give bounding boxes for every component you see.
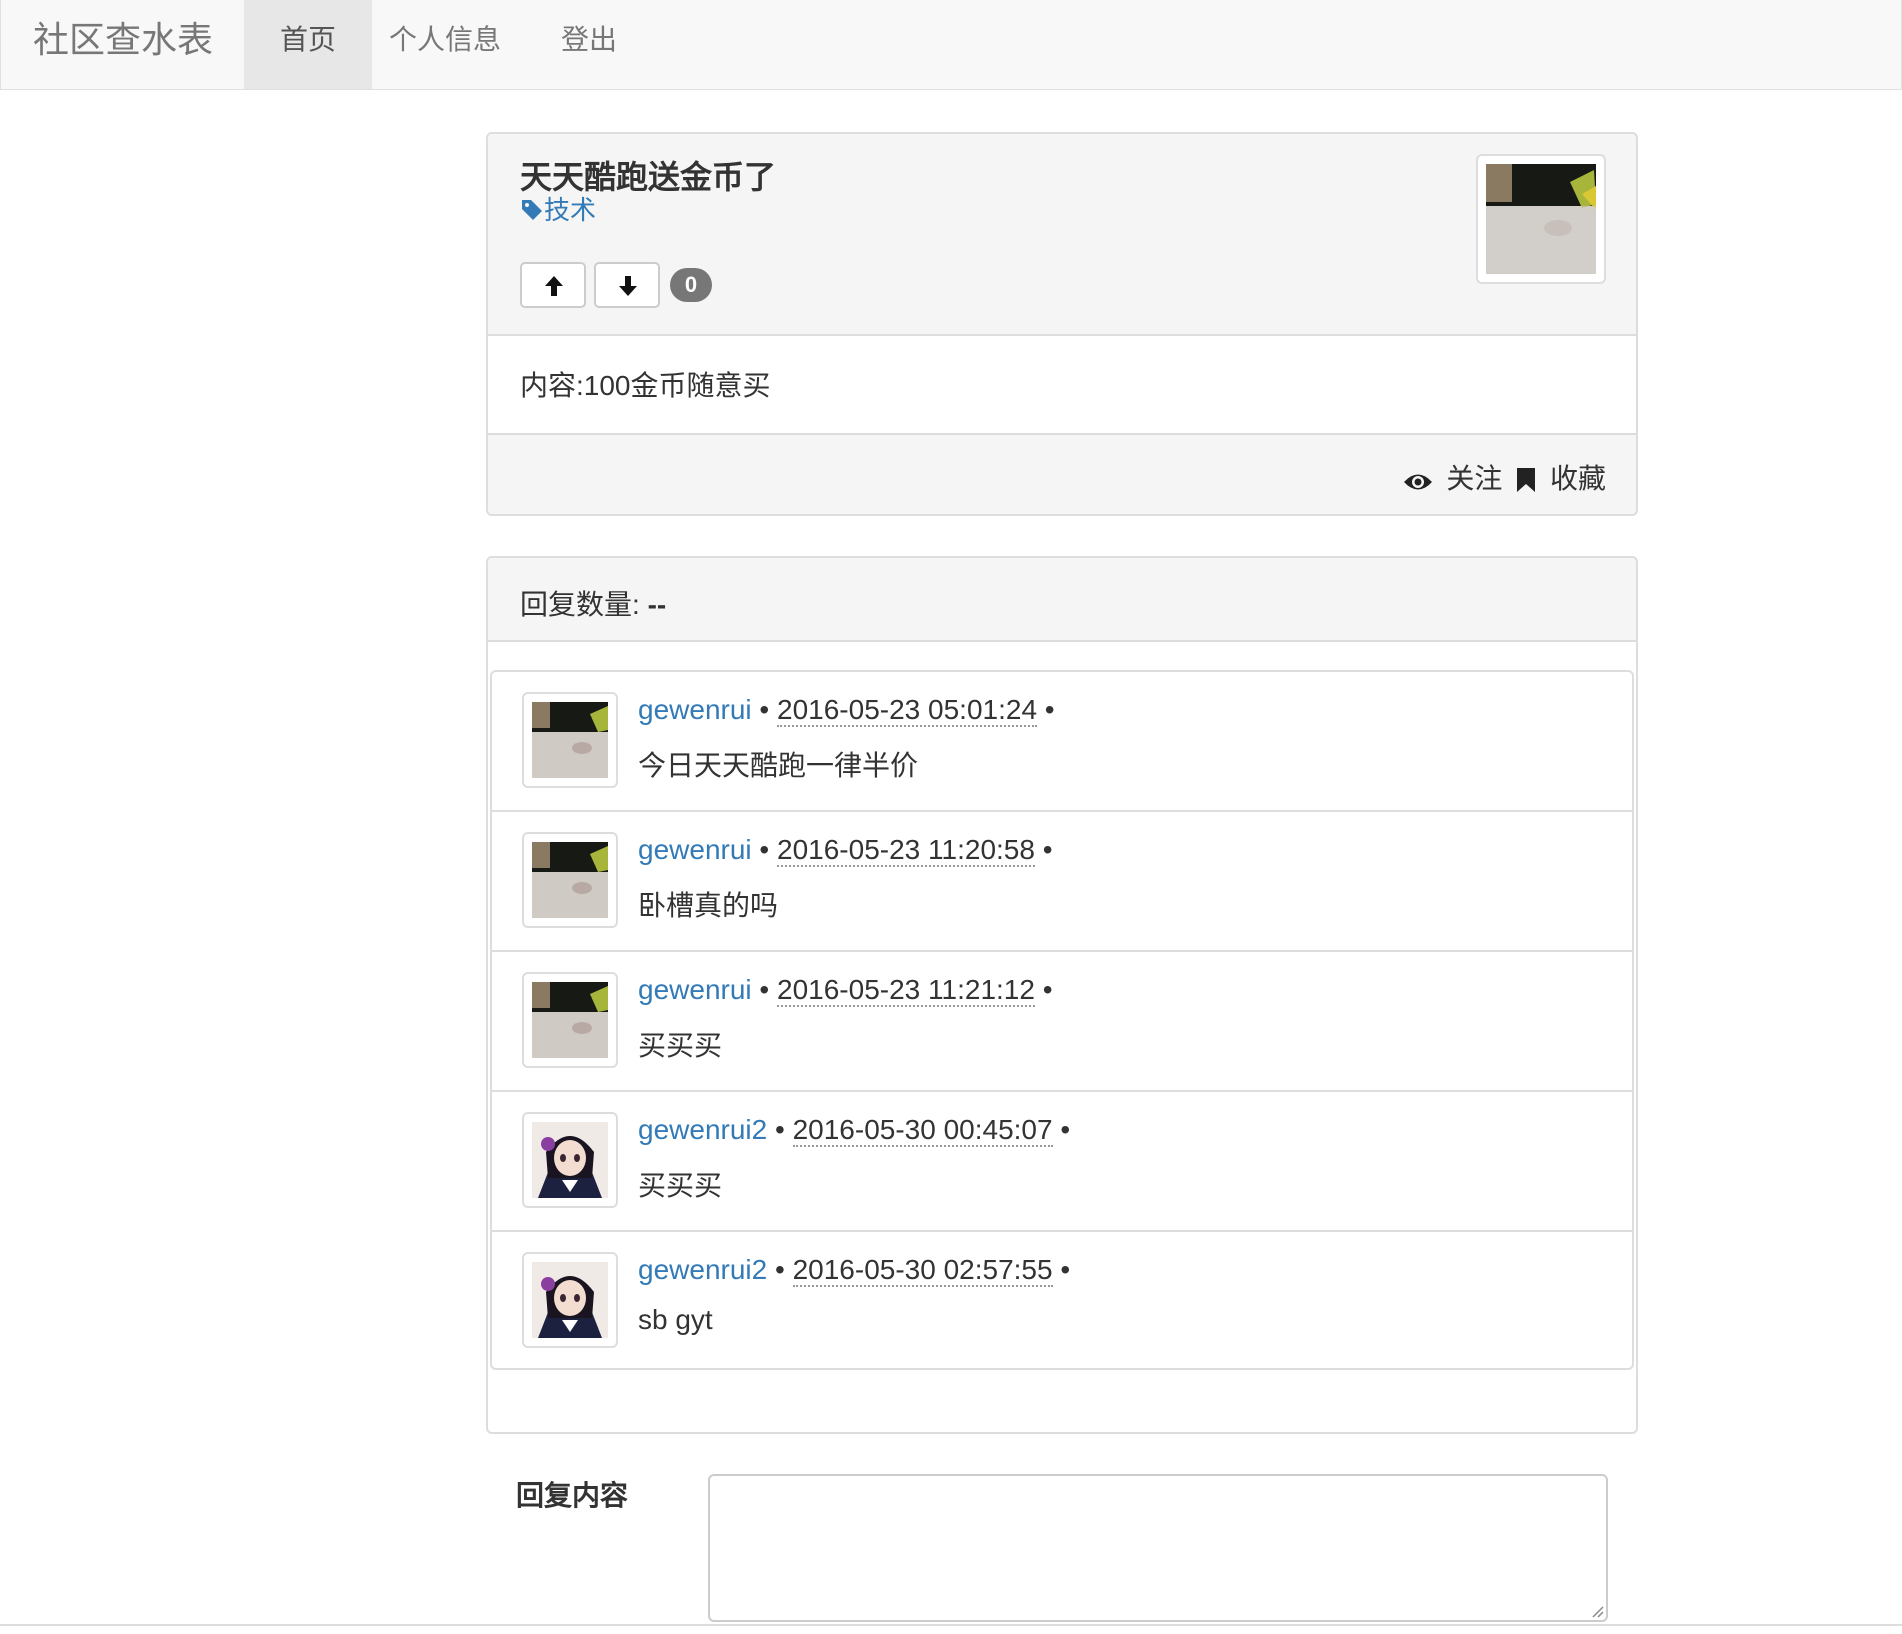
reply-meta: gewenrui • 2016-05-23 11:20:58 •: [638, 834, 1053, 867]
arrow-up-icon: [545, 276, 563, 296]
reply-meta: gewenrui • 2016-05-23 11:21:12 •: [638, 974, 1053, 1007]
reply-item: gewenrui • 2016-05-23 11:20:58 • 卧槽真的吗: [492, 812, 1632, 952]
upvote-button[interactable]: [520, 262, 586, 308]
avatar[interactable]: [522, 1252, 618, 1348]
reply-item: gewenrui • 2016-05-23 05:01:24 • 今日天天酷跑一…: [492, 672, 1632, 812]
avatar-image: [532, 842, 608, 918]
reply-meta: gewenrui • 2016-05-23 05:01:24 •: [638, 694, 1055, 727]
reply-timestamp: 2016-05-30 02:57:55: [792, 1254, 1053, 1287]
reply-username-link[interactable]: gewenrui: [638, 974, 752, 1005]
reply-username-link[interactable]: gewenrui2: [638, 1114, 767, 1145]
reply-text: 买买买: [638, 1170, 723, 1201]
reply-item: gewenrui2 • 2016-05-30 02:57:55 • sb gyt: [492, 1232, 1632, 1368]
resize-handle-icon[interactable]: [1590, 1604, 1604, 1618]
top-navbar: 社区查水表 首页 个人信息 登出: [0, 0, 1902, 90]
post-tag-label: 技术: [544, 195, 597, 225]
reply-content-textarea[interactable]: [708, 1474, 1608, 1622]
reply-username-link[interactable]: gewenrui: [638, 694, 752, 725]
avatar-image: [532, 1122, 608, 1198]
post-tag-link[interactable]: 技术: [520, 190, 596, 227]
reply-timestamp: 2016-05-30 00:45:07: [792, 1114, 1053, 1147]
reply-meta: gewenrui2 • 2016-05-30 02:57:55 •: [638, 1254, 1071, 1287]
reply-count: 回复数量: --: [520, 583, 666, 623]
replies-header: 回复数量: --: [488, 558, 1636, 642]
avatar-image: [532, 982, 608, 1058]
follow-button[interactable]: 关注: [1403, 463, 1511, 494]
eye-icon: [1403, 474, 1432, 490]
post-thumbnail-image: [1486, 164, 1596, 274]
reply-timestamp: 2016-05-23 05:01:24: [777, 694, 1038, 727]
post-thumbnail[interactable]: [1476, 154, 1606, 284]
avatar-image: [532, 1262, 608, 1338]
vote-count-badge: 0: [670, 268, 712, 302]
avatar-image: [532, 702, 608, 778]
nav-item-profile[interactable]: 个人信息: [353, 0, 537, 89]
reply-count-value: --: [647, 589, 667, 620]
post-header: 天天酷跑送金币了 技术 0: [488, 134, 1636, 336]
reply-username-link[interactable]: gewenrui2: [638, 1254, 767, 1285]
downvote-button[interactable]: [594, 262, 660, 308]
reply-text: 卧槽真的吗: [638, 890, 779, 921]
reply-text: sb gyt: [638, 1304, 713, 1335]
reply-username-link[interactable]: gewenrui: [638, 834, 752, 865]
reply-content-label: 回复内容: [516, 1480, 629, 1511]
reply-meta: gewenrui2 • 2016-05-30 00:45:07 •: [638, 1114, 1071, 1147]
reply-timestamp: 2016-05-23 11:21:12: [777, 974, 1035, 1007]
reply-count-label: 回复数量:: [520, 589, 640, 620]
post-footer: 关注 收藏: [488, 433, 1636, 514]
post-panel: 天天酷跑送金币了 技术 0 内容:100金币随意买 关注 收藏: [486, 132, 1638, 516]
reply-text: 今日天天酷跑一律半价: [638, 750, 919, 781]
avatar[interactable]: [522, 832, 618, 928]
reply-item: gewenrui2 • 2016-05-30 00:45:07 • 买买买: [492, 1092, 1632, 1232]
brand-logo[interactable]: 社区查水表: [33, 18, 213, 62]
replies-panel: 回复数量: -- gewenrui • 2016-05-23 05:01:24 …: [486, 556, 1638, 1434]
tag-icon: [522, 200, 542, 220]
reply-timestamp: 2016-05-23 11:20:58: [777, 834, 1035, 867]
bookmark-button[interactable]: 收藏: [1516, 463, 1606, 494]
avatar[interactable]: [522, 972, 618, 1068]
avatar[interactable]: [522, 1112, 618, 1208]
bookmark-label: 收藏: [1549, 463, 1606, 494]
reply-text: 买买买: [638, 1030, 723, 1061]
reply-list: gewenrui • 2016-05-23 05:01:24 • 今日天天酷跑一…: [490, 670, 1634, 1370]
reply-item: gewenrui • 2016-05-23 11:21:12 • 买买买: [492, 952, 1632, 1092]
post-content: 内容:100金币随意买: [520, 370, 771, 401]
page-bottom-divider: [0, 1624, 1902, 1626]
arrow-down-icon: [619, 276, 637, 296]
bookmark-icon: [1517, 468, 1536, 492]
follow-label: 关注: [1446, 463, 1503, 494]
avatar[interactable]: [522, 692, 618, 788]
nav-item-logout[interactable]: 登出: [525, 0, 653, 89]
